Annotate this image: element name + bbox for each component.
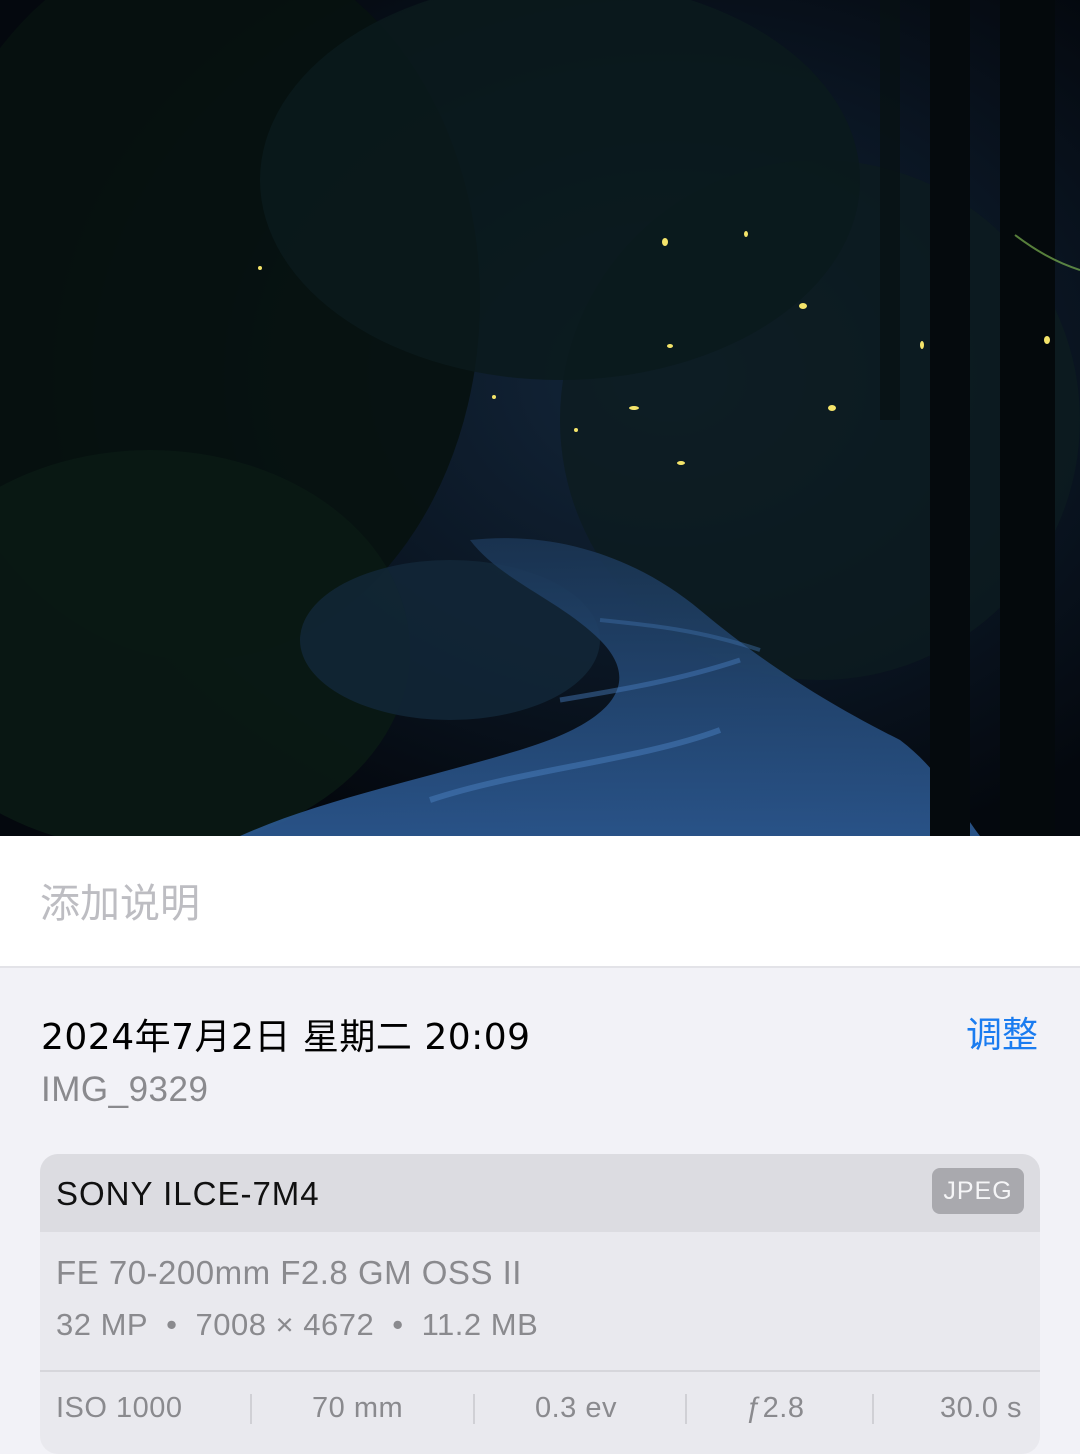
lens-model: FE 70-200mm F2.8 GM OSS II — [56, 1254, 522, 1291]
exif-divider — [685, 1394, 687, 1424]
caption-bar — [0, 836, 1080, 968]
image-specs: 32 MP • 7008 × 4672 • 11.2 MB — [56, 1307, 538, 1343]
megapixels: 32 MP — [56, 1307, 149, 1342]
exif-divider — [250, 1394, 252, 1424]
exif-divider — [473, 1394, 475, 1424]
exif-exposure-bias: 0.3 ev — [535, 1392, 617, 1424]
resolution: 7008 × 4672 — [195, 1307, 375, 1342]
separator-dot: • — [392, 1307, 404, 1342]
caption-input[interactable] — [40, 876, 940, 932]
camera-info-header: SONY ILCE-7M4 JPEG — [40, 1154, 1040, 1232]
forest-night-photo — [0, 0, 1080, 836]
camera-info-card: SONY ILCE-7M4 JPEG FE 70-200mm F2.8 GM O… — [40, 1154, 1040, 1454]
exif-focal-length: 70 mm — [312, 1392, 404, 1424]
exif-iso: ISO 1000 — [56, 1392, 183, 1424]
adjust-button[interactable]: 调整 — [966, 1006, 1038, 1058]
separator-dot: • — [166, 1307, 178, 1342]
file-size: 11.2 MB — [421, 1307, 539, 1342]
exif-shutter-speed: 30.0 s — [940, 1392, 1022, 1424]
exif-divider — [872, 1394, 874, 1424]
camera-model: SONY ILCE-7M4 — [56, 1175, 320, 1212]
photo-datetime: 2024年7月2日 星期二 20:09 — [41, 1017, 531, 1058]
exif-aperture: ƒ2.8 — [746, 1392, 805, 1424]
exif-row: ISO 1000 70 mm 0.3 ev ƒ2.8 30.0 s — [40, 1370, 1040, 1454]
photo-filename: IMG_9329 — [41, 1070, 209, 1109]
photo-viewer[interactable] — [0, 0, 1080, 836]
format-badge: JPEG — [932, 1168, 1024, 1214]
photo-info-panel: 2024年7月2日 星期二 20:09 调整 IMG_9329 SONY ILC… — [0, 968, 1080, 1454]
